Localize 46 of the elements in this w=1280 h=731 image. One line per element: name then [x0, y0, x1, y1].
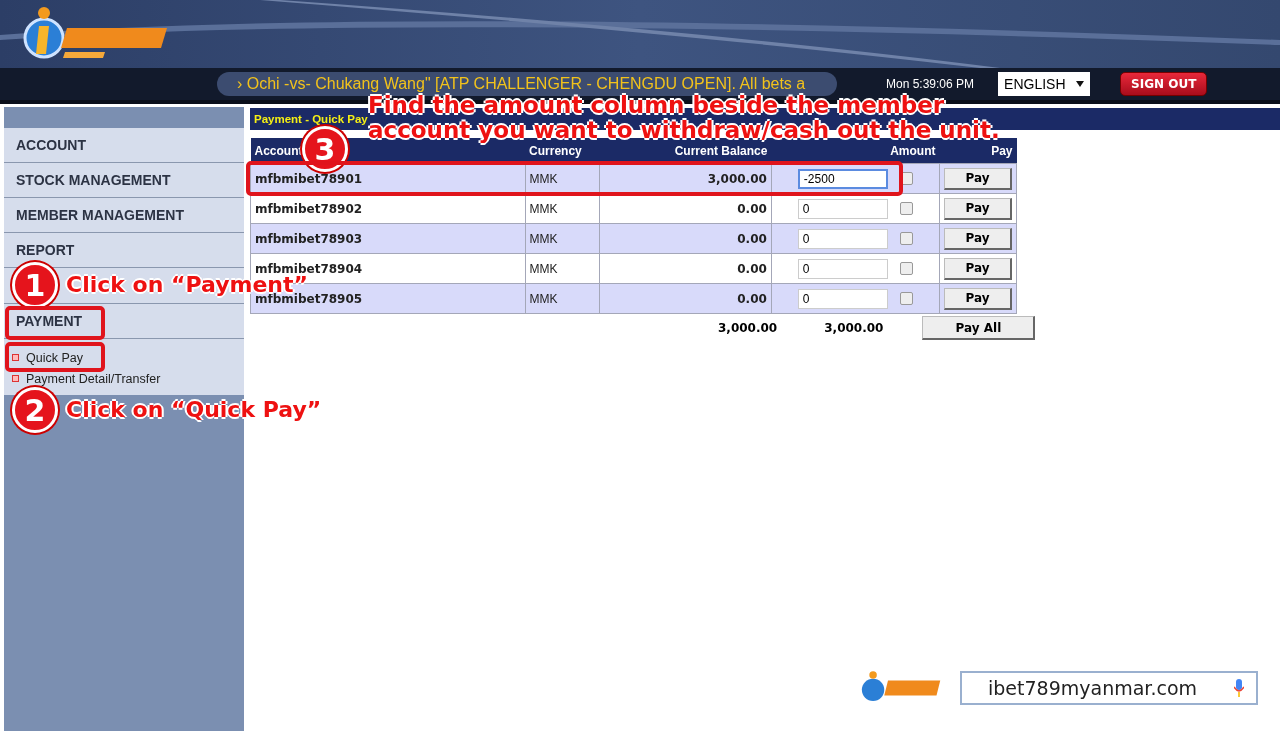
submenu-item[interactable]: Payment Detail/Transfer: [26, 371, 161, 386]
amount-field[interactable]: 0: [797, 258, 888, 279]
table-cell: MMK: [525, 253, 600, 284]
table-cell: 3,000.00: [599, 163, 772, 194]
clock-time: Mon 5:39:06 PM: [886, 77, 975, 91]
menu-item[interactable]: REPORT: [16, 242, 75, 258]
table-cell: MMK: [525, 223, 600, 254]
menu-item[interactable]: PAYMENT: [16, 313, 83, 329]
language-select[interactable]: ENGLISH: [998, 72, 1091, 96]
menu-item[interactable]: ACCOUNT: [16, 137, 86, 153]
column-header: Pay: [939, 138, 1017, 164]
column-header: Currency: [525, 138, 600, 164]
table-cell: MMK: [525, 163, 600, 194]
table-cell: mfbmibet78903: [250, 223, 526, 254]
microphone-icon[interactable]: [1234, 679, 1244, 697]
pay-button[interactable]: Pay: [944, 197, 1012, 220]
table-cell: MMK: [525, 283, 600, 314]
caret-icon: [1076, 81, 1085, 87]
pay-button[interactable]: Pay: [944, 227, 1012, 250]
checkbox[interactable]: [899, 292, 913, 305]
pay-button[interactable]: Pay: [944, 257, 1012, 280]
pay-button[interactable]: Pay: [944, 287, 1012, 310]
pay-all-button[interactable]: Pay All: [922, 316, 1036, 340]
amount-field[interactable]: 0: [797, 198, 888, 219]
table-cell: mfbmibet78901: [250, 163, 526, 194]
table-cell: 0.00: [599, 283, 772, 314]
total-balance: 3,000.00: [718, 321, 778, 335]
url-bar[interactable]: ibet789myanmar.com: [960, 671, 1258, 705]
step-number-badge: 2: [12, 387, 58, 433]
news-ticker: › Ochi -vs- Chukang Wang" [ATP CHALLENGER - CHENGDU OPEN]. All bets a: [217, 72, 837, 96]
checkbox[interactable]: [899, 202, 913, 215]
pay-button[interactable]: Pay: [944, 167, 1012, 190]
menu-item[interactable]: MEMBER MANAGEMENT: [16, 207, 184, 223]
table-cell: 0.00: [599, 223, 772, 254]
menu-item[interactable]: STOCK MANAGEMENT: [16, 172, 171, 188]
bullet-icon: [12, 354, 19, 361]
total-amount: 3,000.00: [824, 321, 884, 335]
submenu-item[interactable]: Quick Pay: [26, 350, 83, 365]
checkbox[interactable]: [899, 232, 913, 245]
bullet-icon: [12, 375, 19, 382]
checkbox[interactable]: [899, 262, 913, 275]
amount-field[interactable]: 0: [797, 288, 888, 309]
amount-field[interactable]: -2500: [797, 168, 888, 189]
table-cell: 0.00: [599, 253, 772, 284]
sign-out-button[interactable]: SIGN OUT: [1120, 72, 1208, 96]
amount-field[interactable]: 0: [797, 228, 888, 249]
